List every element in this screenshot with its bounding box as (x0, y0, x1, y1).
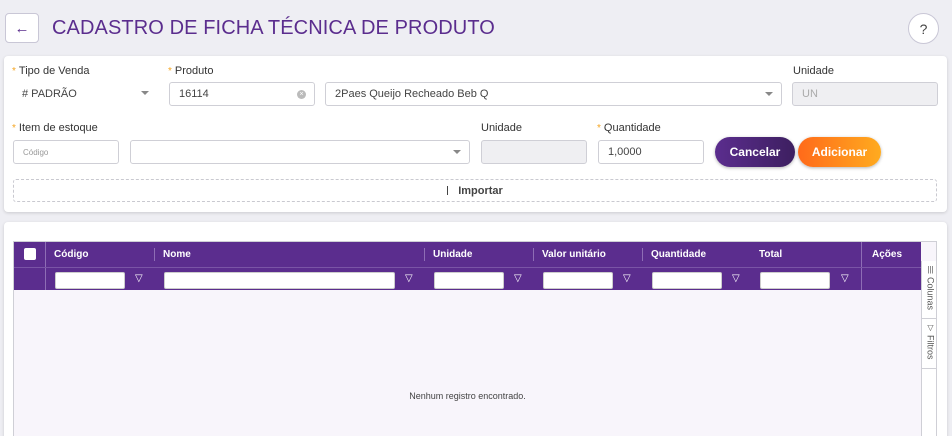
quantidade-value: 1,0000 (608, 146, 642, 158)
grid-side-panel: ||| Colunas ▽ Filtros (921, 261, 936, 436)
produto-code-input[interactable]: 16114 × (169, 82, 315, 106)
column-header-total[interactable]: Total (750, 242, 860, 267)
unidade-produto-field: UN (792, 82, 938, 106)
tipo-venda-select[interactable]: # PADRÃO (13, 82, 157, 106)
chevron-down-icon (765, 92, 773, 96)
produto-name-value: 2Paes Queijo Recheado Beb Q (335, 88, 489, 100)
filters-tab-label: Filtros (925, 335, 936, 360)
filter-icon: ▽ (927, 323, 934, 332)
import-icon (447, 186, 449, 195)
item-estoque-code-input[interactable]: Código (13, 140, 119, 164)
quantidade-input[interactable]: 1,0000 (598, 140, 704, 164)
tipo-venda-value: # PADRÃO (22, 88, 77, 100)
grid-header: Código Nome Unidade Valor unitário Quant… (14, 242, 921, 290)
filter-input-nome[interactable] (164, 272, 395, 289)
column-header-quantidade[interactable]: Quantidade (642, 242, 750, 267)
arrow-left-icon: ← (14, 19, 30, 37)
data-grid: Código Nome Unidade Valor unitário Quant… (13, 241, 937, 436)
empty-grid-message: Nenhum registro encontrado. (409, 391, 526, 401)
filter-row: ▽ ▽ ▽ ▽ ▽ ▽ (14, 267, 921, 290)
help-button[interactable]: ? (908, 13, 939, 44)
page-title: CADASTRO DE FICHA TÉCNICA DE PRODUTO (52, 17, 495, 39)
column-header-nome[interactable]: Nome (154, 242, 423, 267)
filter-input-codigo[interactable] (55, 272, 125, 289)
import-label: Importar (458, 184, 503, 197)
filters-tab[interactable]: ▽ Filtros (922, 319, 936, 369)
columns-tab[interactable]: ||| Colunas (922, 261, 936, 319)
item-estoque-select[interactable] (130, 140, 470, 164)
item-estoque-label: * Item de estoque (12, 122, 98, 134)
item-code-placeholder: Código (23, 147, 49, 157)
required-mark: * (12, 66, 16, 77)
cancel-button[interactable]: Cancelar (715, 137, 795, 167)
form-card: * Tipo de Venda # PADRÃO * Produto 16114 ×… (4, 56, 947, 212)
chevron-down-icon (453, 150, 461, 154)
column-header-acoes: Ações (872, 249, 903, 260)
produto-label: * Produto (168, 65, 214, 77)
unidade-produto-value: UN (802, 88, 818, 100)
back-button[interactable]: ← (5, 13, 39, 43)
unidade-item-field (481, 140, 587, 164)
column-header-codigo[interactable]: Código (45, 242, 153, 267)
column-header-unidade[interactable]: Unidade (424, 242, 532, 267)
filter-icon[interactable]: ▽ (841, 274, 849, 284)
page-header: ← CADASTRO DE FICHA TÉCNICA DE PRODUTO ? (0, 0, 952, 58)
required-mark: * (597, 123, 601, 134)
filter-icon[interactable]: ▽ (732, 274, 740, 284)
quantidade-label: * Quantidade (597, 122, 661, 134)
filter-input-unidade[interactable] (434, 272, 504, 289)
filter-input-valor-unitario[interactable] (543, 272, 613, 289)
filter-icon[interactable]: ▽ (135, 274, 143, 284)
required-mark: * (168, 66, 172, 77)
column-header-valor-unitario[interactable]: Valor unitário (533, 242, 641, 267)
import-button[interactable]: Importar (13, 179, 937, 202)
grid-card: Código Nome Unidade Valor unitário Quant… (4, 222, 947, 436)
add-button[interactable]: Adicionar (798, 137, 881, 167)
filter-icon[interactable]: ▽ (514, 274, 522, 284)
unidade-produto-label: Unidade (793, 65, 834, 77)
clear-icon[interactable]: × (297, 90, 306, 99)
columns-icon: ||| (927, 265, 934, 274)
filter-input-total[interactable] (760, 272, 830, 289)
produto-name-select[interactable]: 2Paes Queijo Recheado Beb Q (325, 82, 782, 106)
filter-input-quantidade[interactable] (652, 272, 722, 289)
question-icon: ? (919, 20, 928, 37)
produto-code-value: 16114 (179, 88, 209, 100)
select-all-checkbox[interactable] (24, 248, 36, 260)
required-mark: * (12, 123, 16, 134)
filter-icon[interactable]: ▽ (623, 274, 631, 284)
tipo-venda-label: * Tipo de Venda (12, 65, 90, 77)
filter-icon[interactable]: ▽ (405, 274, 413, 284)
unidade-item-label: Unidade (481, 122, 522, 134)
chevron-down-icon (141, 91, 149, 95)
columns-tab-label: Colunas (925, 277, 936, 311)
